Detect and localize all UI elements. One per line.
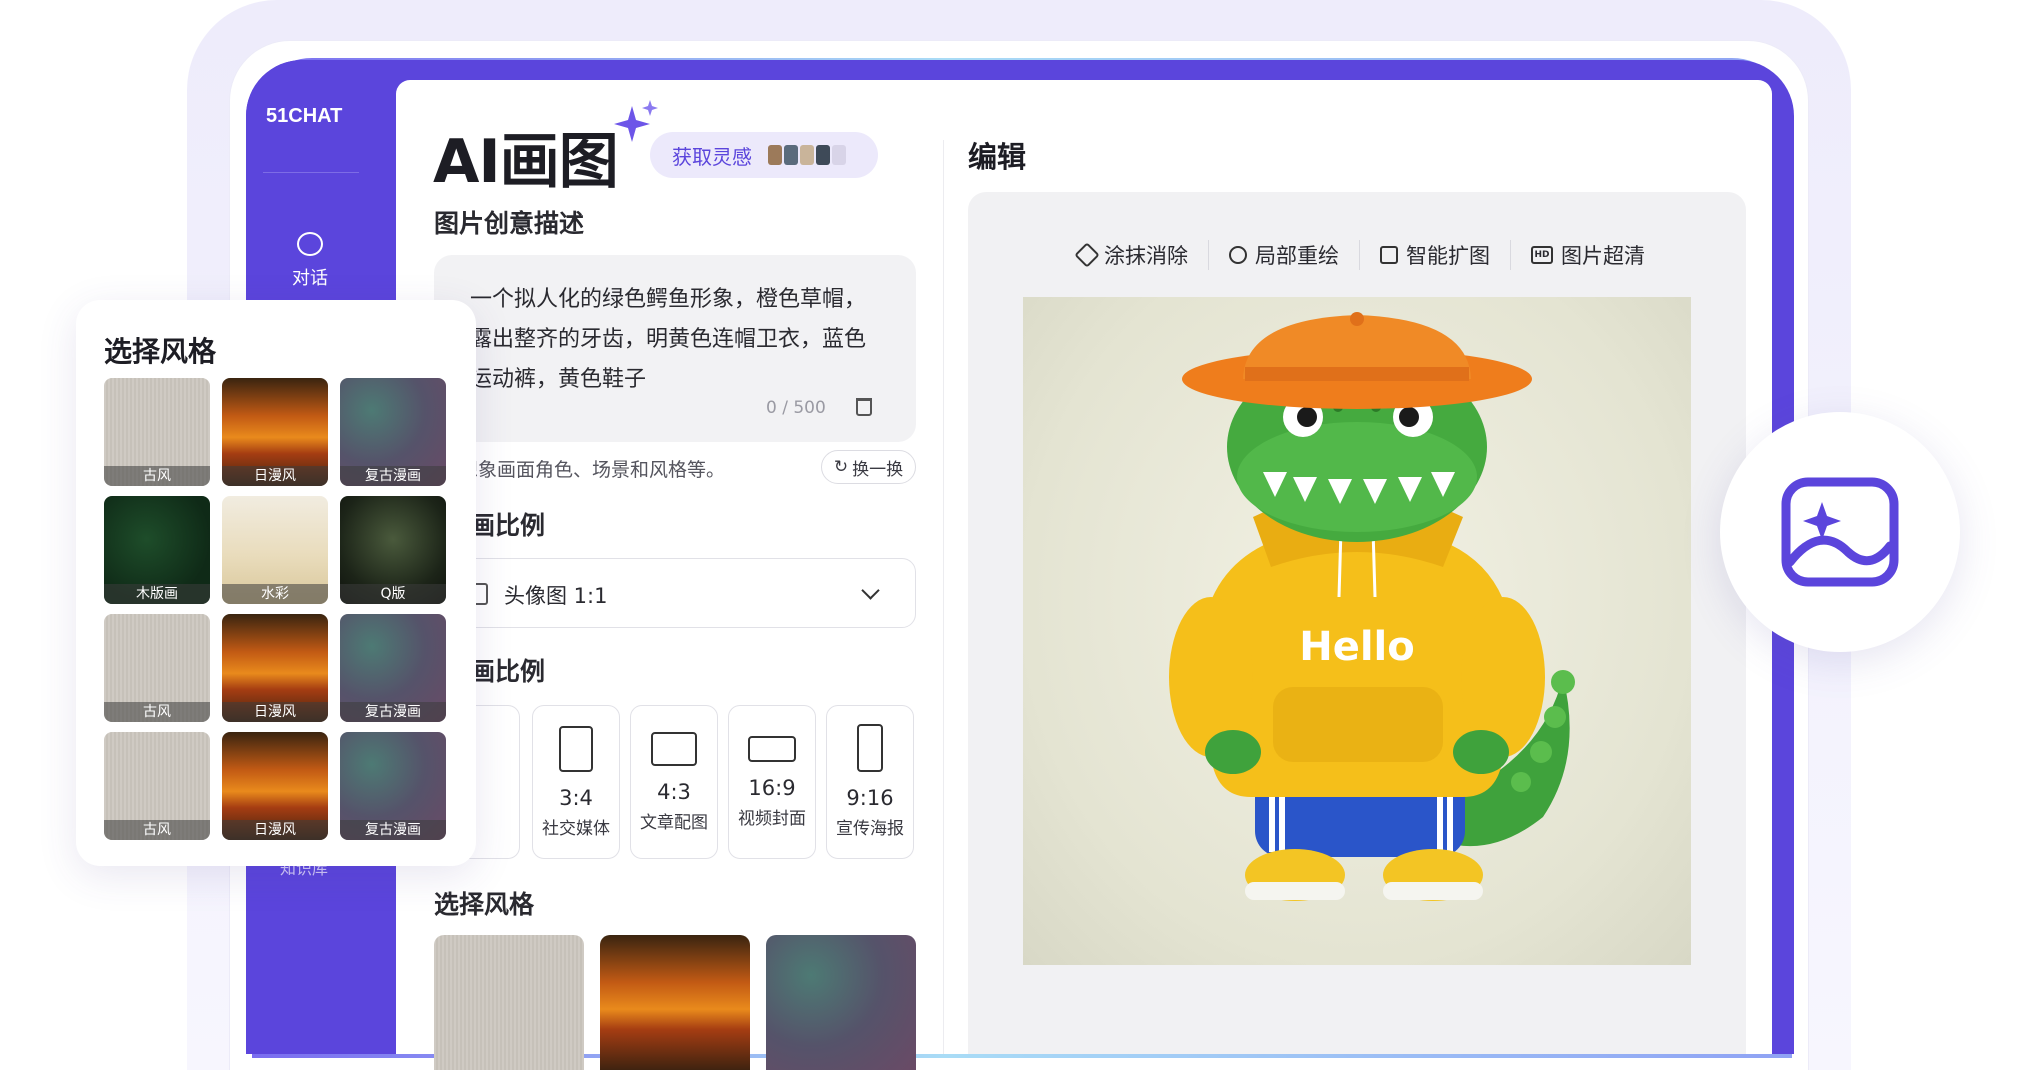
style-tile[interactable]: 日漫风 <box>222 614 328 722</box>
style-section-label: 选择风格 <box>434 890 535 919</box>
ratio-section-label: 画比例 <box>470 657 546 686</box>
hd-icon: HD <box>1531 246 1553 264</box>
style-picker-title: 选择风格 <box>104 335 217 368</box>
hoodie-text: Hello <box>1299 624 1415 670</box>
style-tile-label: 日漫风 <box>222 702 328 722</box>
style-tile-label: Q版 <box>340 584 446 604</box>
style-tile[interactable]: Q版 <box>340 496 446 604</box>
editor-toolbar: 涂抹消除 局部重绘 智能扩图 HD 图片超清 <box>1058 240 1665 270</box>
refresh-icon: ↻ <box>833 457 849 477</box>
page-title: AI画图 <box>433 127 619 197</box>
eraser-icon <box>1074 242 1100 268</box>
tool-label: 涂抹消除 <box>1104 244 1188 268</box>
style-tile[interactable]: 古风 <box>104 378 210 486</box>
style-tile-label: 古风 <box>104 466 210 486</box>
sidebar-item-label: 对话 <box>292 268 328 289</box>
tool-label: 局部重绘 <box>1255 244 1339 268</box>
ratio-label: 社交媒体 <box>542 819 610 839</box>
chat-bubble-icon <box>297 232 323 256</box>
ratio-label: 宣传海报 <box>836 819 904 839</box>
style-tile[interactable]: 古风 <box>104 732 210 840</box>
style-tile-label: 日漫风 <box>222 820 328 840</box>
ratio-label: 视频封面 <box>738 809 806 829</box>
style-tile[interactable]: 木版画 <box>104 496 210 604</box>
style-tile[interactable]: 复古漫画 <box>340 614 446 722</box>
style-tile[interactable]: 水彩 <box>222 496 328 604</box>
crocodile-illustration: Hello <box>1169 312 1575 901</box>
inspiration-thumbnails <box>768 145 846 165</box>
ratio-portrait-icon <box>559 726 593 772</box>
tool-upscale[interactable]: HD 图片超清 <box>1511 240 1665 270</box>
style-tile-label: 复古漫画 <box>340 466 446 486</box>
swap-label: 换一换 <box>852 459 904 480</box>
tool-label: 智能扩图 <box>1406 244 1490 268</box>
brush-icon <box>1229 246 1247 264</box>
char-counter: 0 / 500 <box>766 398 826 418</box>
sidebar-divider <box>263 172 359 173</box>
ratio-landscape-icon <box>651 732 697 766</box>
ratio-option-4-3[interactable]: 4:3 文章配图 <box>630 705 718 859</box>
style-option-retro-comic[interactable] <box>766 935 916 1070</box>
editor-title: 编辑 <box>968 140 1027 174</box>
style-tile-label: 古风 <box>104 702 210 722</box>
tool-label: 图片超清 <box>1561 244 1645 268</box>
style-tile-label: 复古漫画 <box>340 702 446 722</box>
sparkle-icon <box>614 100 658 142</box>
panel-divider <box>943 140 944 1054</box>
generated-image[interactable]: Hello <box>1023 297 1691 965</box>
sidebar-item-chat[interactable]: 对话 <box>270 232 350 290</box>
ratio-wide-icon <box>748 736 796 762</box>
tool-expand[interactable]: 智能扩图 <box>1360 240 1511 270</box>
style-tile[interactable]: 古风 <box>104 614 210 722</box>
get-inspiration-button[interactable]: 获取灵感 <box>650 132 878 178</box>
expand-icon <box>1380 246 1398 264</box>
logo-text: 51CHAT <box>266 105 343 127</box>
ratio-value: 9:16 <box>846 786 894 810</box>
style-tile-label: 复古漫画 <box>340 820 446 840</box>
stage: 51CHAT 对话 知识库 AI画图 获取灵感 图片创意描述 一个拟人化的绿色鳄… <box>0 0 2044 1070</box>
style-tile-label: 古风 <box>104 820 210 840</box>
ratio-option-3-4[interactable]: 3:4 社交媒体 <box>532 705 620 859</box>
trash-icon[interactable] <box>856 398 872 416</box>
style-tile-label: 木版画 <box>104 584 210 604</box>
ai-image-fab[interactable] <box>1720 412 1960 652</box>
style-option-anime[interactable] <box>600 935 750 1070</box>
style-tile[interactable]: 日漫风 <box>222 732 328 840</box>
style-option-ancient[interactable] <box>434 935 584 1070</box>
inspiration-label: 获取灵感 <box>672 144 752 169</box>
style-tile-label: 日漫风 <box>222 466 328 486</box>
style-tile-label: 水彩 <box>222 584 328 604</box>
ratio-value: 16:9 <box>748 776 796 800</box>
style-tile[interactable]: 复古漫画 <box>340 732 446 840</box>
swap-prompt-button[interactable]: ↻ 换一换 <box>821 450 916 484</box>
ratio-value: 4:3 <box>657 780 691 804</box>
ratio-option-16-9[interactable]: 16:9 视频封面 <box>728 705 816 859</box>
size-section-label: 画比例 <box>470 511 546 540</box>
prompt-section-label: 图片创意描述 <box>434 209 585 238</box>
tool-inpaint[interactable]: 局部重绘 <box>1209 240 1360 270</box>
ratio-tall-icon <box>857 724 883 772</box>
ratio-label: 文章配图 <box>640 813 708 833</box>
style-tile[interactable]: 复古漫画 <box>340 378 446 486</box>
prompt-hint: ：想象画面角色、场景和风格等。 <box>440 459 726 481</box>
style-tile[interactable]: 日漫风 <box>222 378 328 486</box>
ratio-option-9-16[interactable]: 9:16 宣传海报 <box>826 705 914 859</box>
prompt-text[interactable]: 一个拟人化的绿色鳄鱼形象，橙色草帽，露出整齐的牙齿，明黄色连帽卫衣，蓝色运动裤，… <box>470 280 880 400</box>
tool-erase[interactable]: 涂抹消除 <box>1058 240 1209 270</box>
app-logo[interactable]: 51CHAT <box>266 105 342 128</box>
ratio-value: 3:4 <box>559 786 593 810</box>
size-select-value: 头像图 1:1 <box>504 584 608 608</box>
ai-image-icon <box>1781 477 1899 587</box>
